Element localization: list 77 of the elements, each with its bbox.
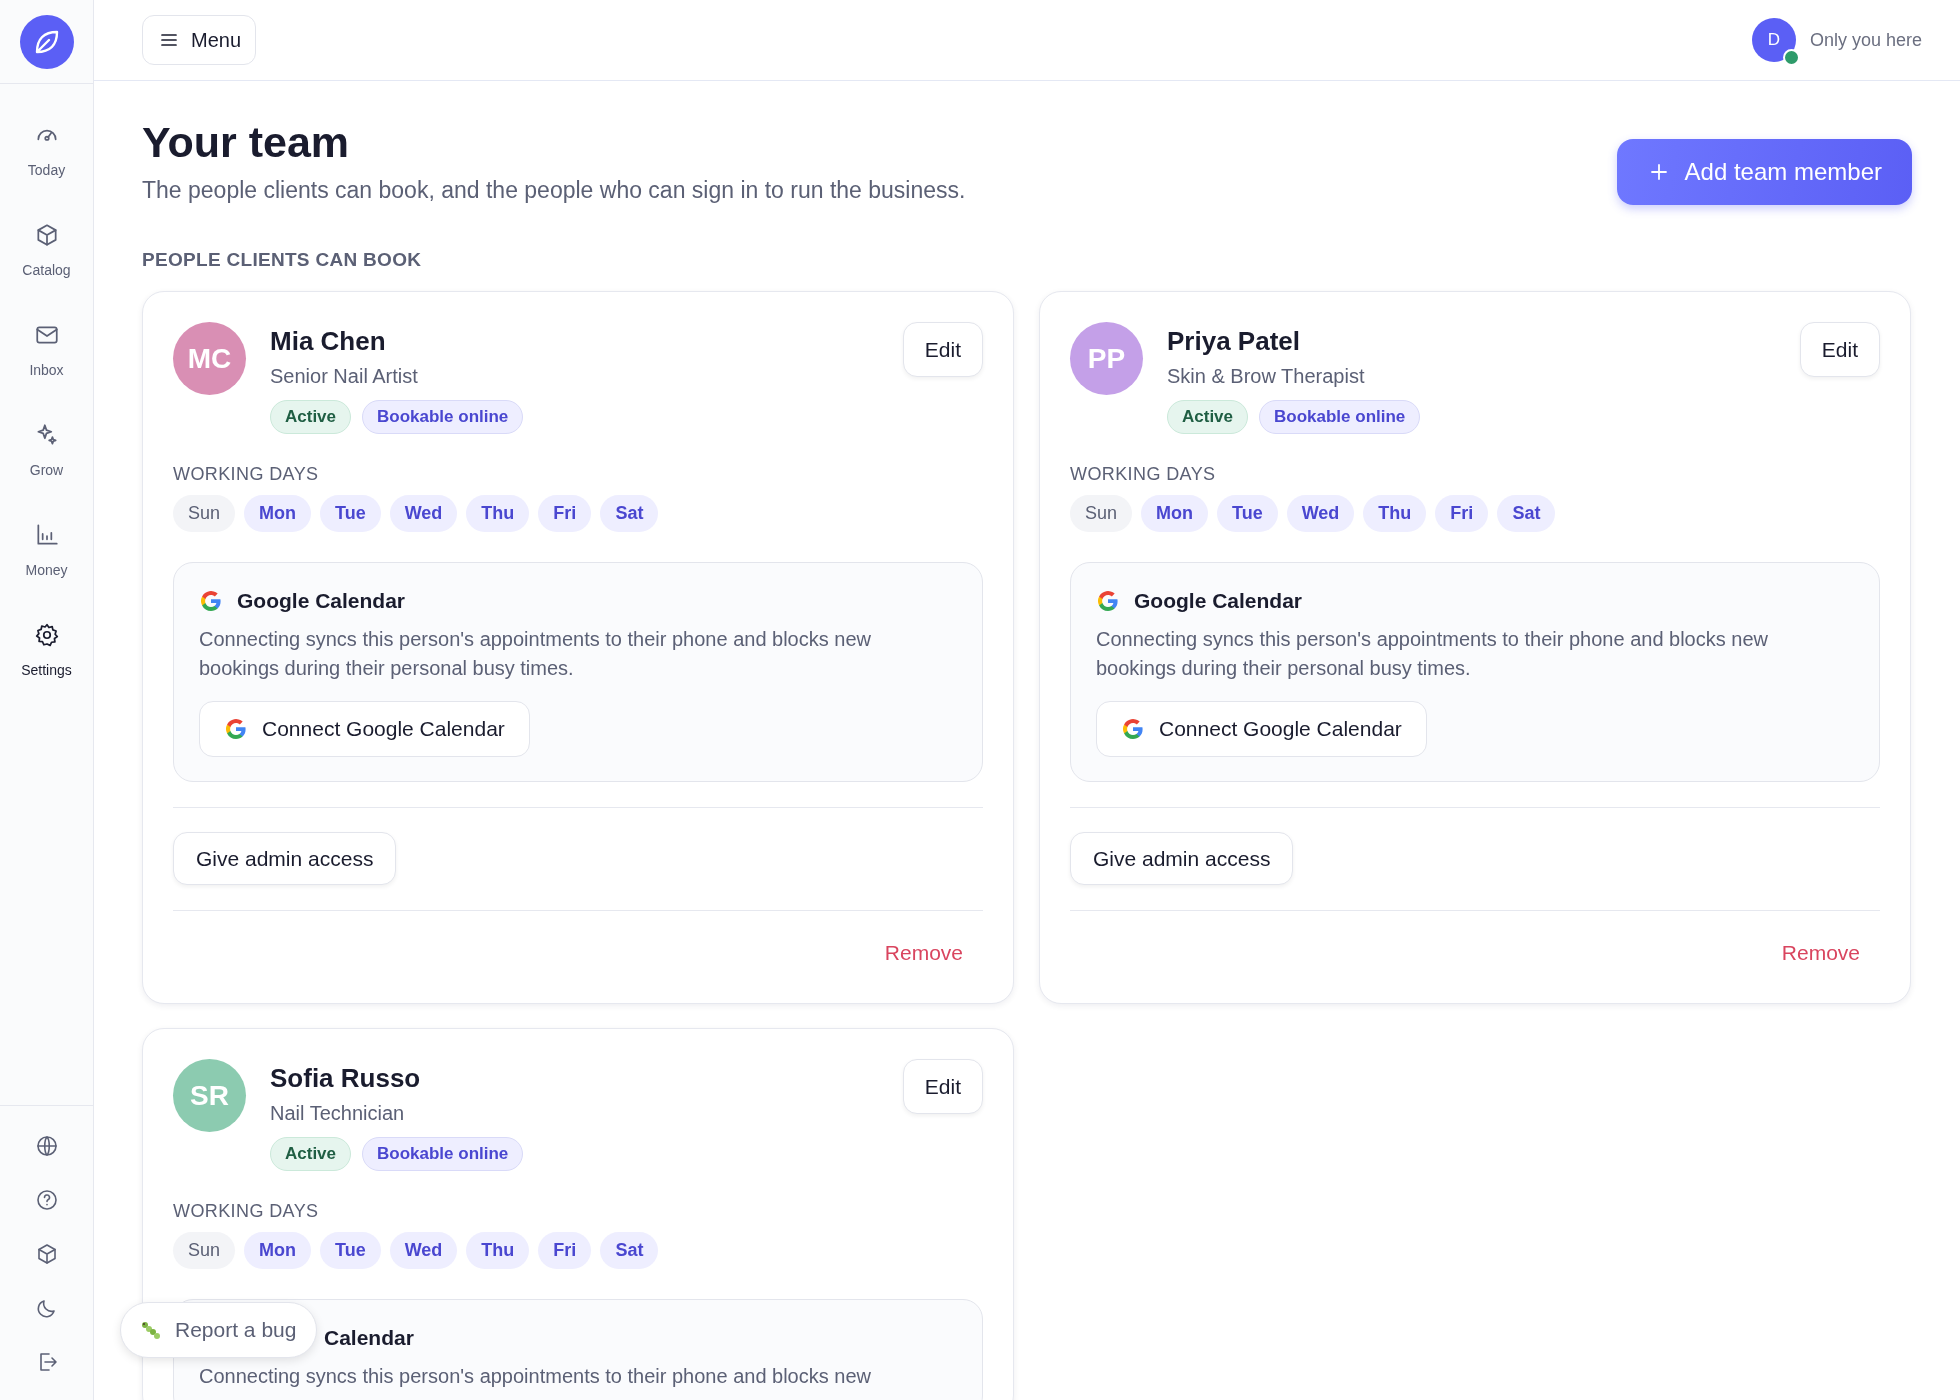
day-chip[interactable]: Tue [320, 1232, 381, 1269]
member-avatar: SR [173, 1059, 246, 1132]
day-chip[interactable]: Sun [1070, 495, 1133, 532]
day-chip[interactable]: Thu [1363, 495, 1427, 532]
page-title: Your team [142, 117, 351, 168]
member-name: Sofia Russo [270, 1063, 422, 1094]
working-days-label: WORKING DAYS [173, 464, 320, 485]
add-team-member-button[interactable]: Add team member [1616, 139, 1912, 205]
google-icon [1096, 589, 1120, 613]
day-chip[interactable]: Thu [466, 1232, 530, 1269]
presence-text: Only you here [1809, 29, 1922, 51]
member-role: Nail Technician [270, 1102, 406, 1125]
working-days-label: WORKING DAYS [173, 1201, 320, 1222]
day-chip[interactable]: Fri [1435, 495, 1489, 532]
day-chip[interactable]: Fri [538, 1232, 592, 1269]
day-chip[interactable]: Sat [600, 495, 659, 532]
calendar-title: Google Calendar [1134, 589, 1303, 613]
day-chip[interactable]: Wed [389, 495, 458, 532]
nav-item[interactable]: Settings [6, 620, 87, 680]
day-chip[interactable]: Sun [173, 1232, 236, 1269]
day-chip[interactable]: Mon [244, 1232, 311, 1269]
menu-button[interactable]: Menu [142, 15, 257, 65]
status-badge: Active [270, 400, 352, 434]
calendar-description: Connecting syncs this person's appointments to their phone and blocks new bookings during their personal busy times. [1096, 627, 1769, 681]
nav-item[interactable]: Grow [6, 420, 87, 480]
nav-item[interactable]: Catalog [6, 220, 87, 280]
day-chip[interactable]: Mon [1141, 495, 1208, 532]
status-badge: Active [1167, 400, 1249, 434]
status-badge: Active [270, 1137, 352, 1171]
member-role: Senior Nail Artist [270, 365, 419, 388]
calendar-title: Calendar [324, 1326, 414, 1350]
member-name: Mia Chen [270, 326, 387, 357]
google-icon [224, 717, 248, 741]
nav-item[interactable]: Money [6, 520, 87, 580]
google-icon [1121, 717, 1145, 741]
section-heading: PEOPLE CLIENTS CAN BOOK [142, 249, 423, 271]
google-icon [199, 589, 223, 613]
day-chip[interactable]: Wed [389, 1232, 458, 1269]
calendar-description: Connecting syncs this person's appointments to their phone and blocks new bookings during their personal busy times. [199, 627, 872, 681]
page-subtitle: The people clients can book, and the people who can sign in to run the business. [142, 176, 966, 204]
booking-badge: Bookable online [1259, 400, 1421, 434]
day-chip[interactable]: Thu [466, 495, 530, 532]
settings-icon [33, 622, 60, 648]
connect-calendar-button[interactable]: Connect Google Calendar [199, 701, 530, 757]
remove-button[interactable]: Remove [1781, 941, 1860, 965]
nav-item[interactable]: Inbox [6, 320, 87, 380]
calendar-description: Connecting syncs this person's appointments to their phone and blocks new [199, 1364, 872, 1389]
edit-button[interactable]: Edit [902, 322, 983, 377]
member-name: Priya Patel [1167, 326, 1301, 357]
globe-icon[interactable] [34, 1134, 59, 1158]
admin-access-button[interactable]: Give admin access [1070, 832, 1294, 885]
working-days-label: WORKING DAYS [1070, 464, 1217, 485]
calendar-title: Google Calendar [237, 589, 406, 613]
edit-button[interactable]: Edit [902, 1059, 983, 1114]
day-chip[interactable]: Wed [1286, 495, 1355, 532]
booking-badge: Bookable online [362, 400, 524, 434]
day-chip[interactable]: Sun [173, 495, 236, 532]
member-avatar: PP [1070, 322, 1143, 395]
day-chip[interactable]: Tue [320, 495, 381, 532]
day-chip[interactable]: Tue [1217, 495, 1278, 532]
member-avatar: MC [173, 322, 246, 395]
user-avatar[interactable]: D [1751, 18, 1796, 62]
edit-button[interactable]: Edit [1799, 322, 1880, 377]
report-bug-button[interactable]: Report a bug [120, 1302, 318, 1358]
day-chip[interactable]: Fri [538, 495, 592, 532]
booking-badge: Bookable online [362, 1137, 524, 1171]
plus-icon [1648, 162, 1669, 182]
help-icon[interactable] [34, 1188, 59, 1212]
connect-calendar-button[interactable]: Connect Google Calendar [1096, 701, 1427, 757]
day-chip[interactable]: Mon [244, 495, 311, 532]
leaf-logo-icon[interactable] [19, 14, 74, 69]
remove-button[interactable]: Remove [884, 941, 963, 965]
nav-item[interactable]: Today [6, 120, 87, 180]
admin-access-button[interactable]: Give admin access [173, 832, 397, 885]
day-chip[interactable]: Sat [1497, 495, 1556, 532]
member-role: Skin & Brow Therapist [1167, 365, 1366, 388]
day-chip[interactable]: Sat [600, 1232, 659, 1269]
